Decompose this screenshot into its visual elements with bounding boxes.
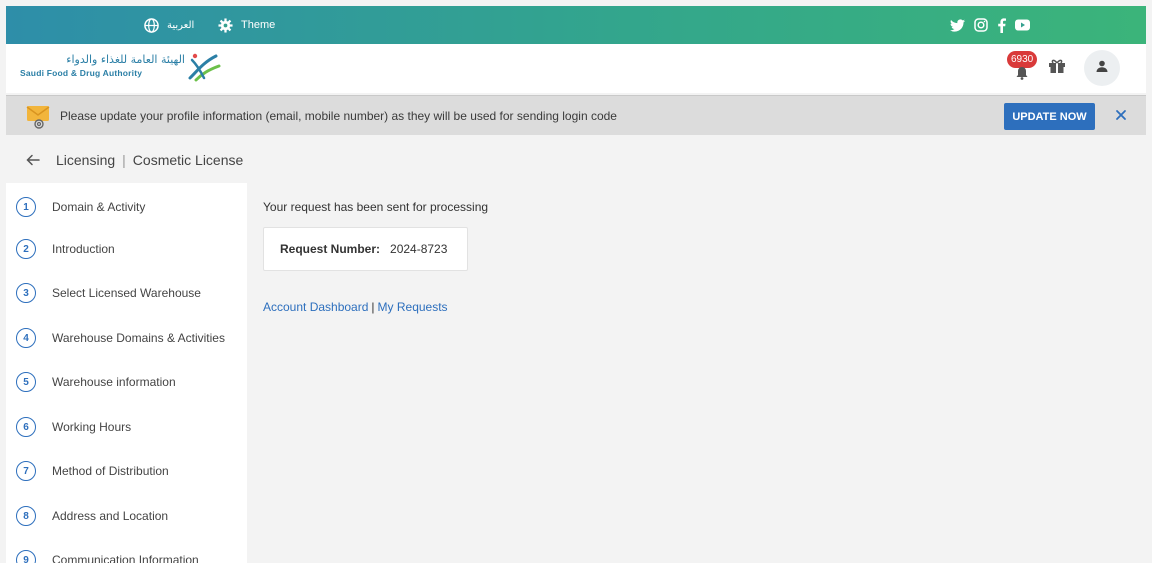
step-item[interactable]: 8 Address and Location — [16, 503, 168, 529]
breadcrumb-separator: | — [122, 152, 126, 168]
breadcrumb: Licensing | Cosmetic License — [6, 137, 1146, 183]
step-item[interactable]: 2 Introduction — [16, 236, 115, 262]
step-label: Warehouse information — [52, 375, 176, 389]
step-item[interactable]: 6 Working Hours — [16, 414, 131, 440]
step-item[interactable]: 7 Method of Distribution — [16, 458, 169, 484]
bell-icon — [1015, 66, 1029, 85]
result-links: Account Dashboard | My Requests — [263, 300, 448, 314]
user-icon — [1095, 59, 1109, 78]
step-number: 3 — [16, 283, 36, 303]
logo-arabic-text: الهيئة العامة للغذاء والدواء — [66, 53, 185, 66]
step-item[interactable]: 5 Warehouse information — [16, 369, 176, 395]
youtube-icon[interactable] — [1015, 19, 1030, 31]
status-message: Your request has been sent for processin… — [263, 200, 489, 214]
language-label: العربية — [167, 19, 195, 31]
step-item[interactable]: 9 Communication Information — [16, 547, 199, 563]
step-label: Introduction — [52, 242, 115, 256]
breadcrumb-section[interactable]: Licensing — [56, 152, 115, 168]
link-separator: | — [371, 300, 375, 314]
header: الهيئة العامة للغذاء والدواء Saudi Food … — [6, 44, 1146, 93]
step-label: Address and Location — [52, 509, 169, 523]
step-number: 7 — [16, 461, 36, 481]
mail-icon — [26, 103, 52, 134]
step-item[interactable]: 1 Domain & Activity — [16, 194, 145, 220]
logo-mark-icon — [188, 53, 221, 82]
account-dashboard-link[interactable]: Account Dashboard — [263, 300, 368, 314]
sfda-logo[interactable]: الهيئة العامة للغذاء والدواء Saudi Food … — [20, 52, 230, 84]
step-label: Working Hours — [52, 420, 132, 434]
step-number: 2 — [16, 239, 36, 259]
alert-message: Please update your profile information (… — [60, 109, 617, 123]
update-now-button[interactable]: UPDATE NOW — [1004, 103, 1095, 130]
social-links — [950, 6, 1030, 44]
request-number-label: Request Number: — [280, 242, 381, 256]
theme-label: Theme — [241, 19, 276, 31]
step-number: 1 — [16, 197, 36, 217]
step-item[interactable]: 3 Select Licensed Warehouse — [16, 280, 201, 306]
gift-icon[interactable] — [1048, 58, 1066, 79]
instagram-icon[interactable] — [974, 18, 988, 32]
top-bar: العربية Theme — [6, 6, 1146, 44]
user-avatar-button[interactable] — [1084, 50, 1120, 86]
language-switch[interactable]: العربية — [144, 6, 194, 44]
main-content: Your request has been sent for processin… — [247, 183, 1146, 563]
step-number: 5 — [16, 372, 36, 392]
profile-update-alert: Please update your profile information (… — [6, 95, 1146, 135]
steps-sidebar: 1 Domain & Activity 2 Introduction 3 Select… — [6, 183, 247, 563]
step-number: 6 — [16, 417, 36, 437]
step-label: Communication Information — [52, 553, 199, 563]
step-label: Method of Distribution — [52, 464, 169, 478]
step-number: 9 — [16, 550, 36, 563]
close-icon[interactable] — [1114, 108, 1128, 127]
request-number-value: 2024-8723 — [390, 242, 448, 256]
logo-english-text: Saudi Food & Drug Authority — [20, 68, 143, 78]
theme-switch[interactable]: Theme — [218, 6, 275, 44]
facebook-icon[interactable] — [997, 17, 1006, 33]
gear-icon — [218, 17, 233, 33]
step-label: Warehouse Domains & Activities — [52, 331, 225, 345]
breadcrumb-page: Cosmetic License — [132, 152, 244, 168]
back-arrow-icon[interactable] — [26, 154, 40, 166]
twitter-icon[interactable] — [950, 18, 965, 32]
step-label: Domain & Activity — [52, 200, 146, 214]
step-item[interactable]: 4 Warehouse Domains & Activities — [16, 325, 225, 351]
globe-icon — [144, 17, 159, 33]
my-requests-link[interactable]: My Requests — [378, 300, 448, 314]
request-number-card: Request Number: 2024-8723 — [263, 227, 468, 271]
step-number: 4 — [16, 328, 36, 348]
notifications-button[interactable]: 6930 — [1007, 51, 1041, 85]
step-label: Select Licensed Warehouse — [52, 286, 201, 300]
step-number: 8 — [16, 506, 36, 526]
